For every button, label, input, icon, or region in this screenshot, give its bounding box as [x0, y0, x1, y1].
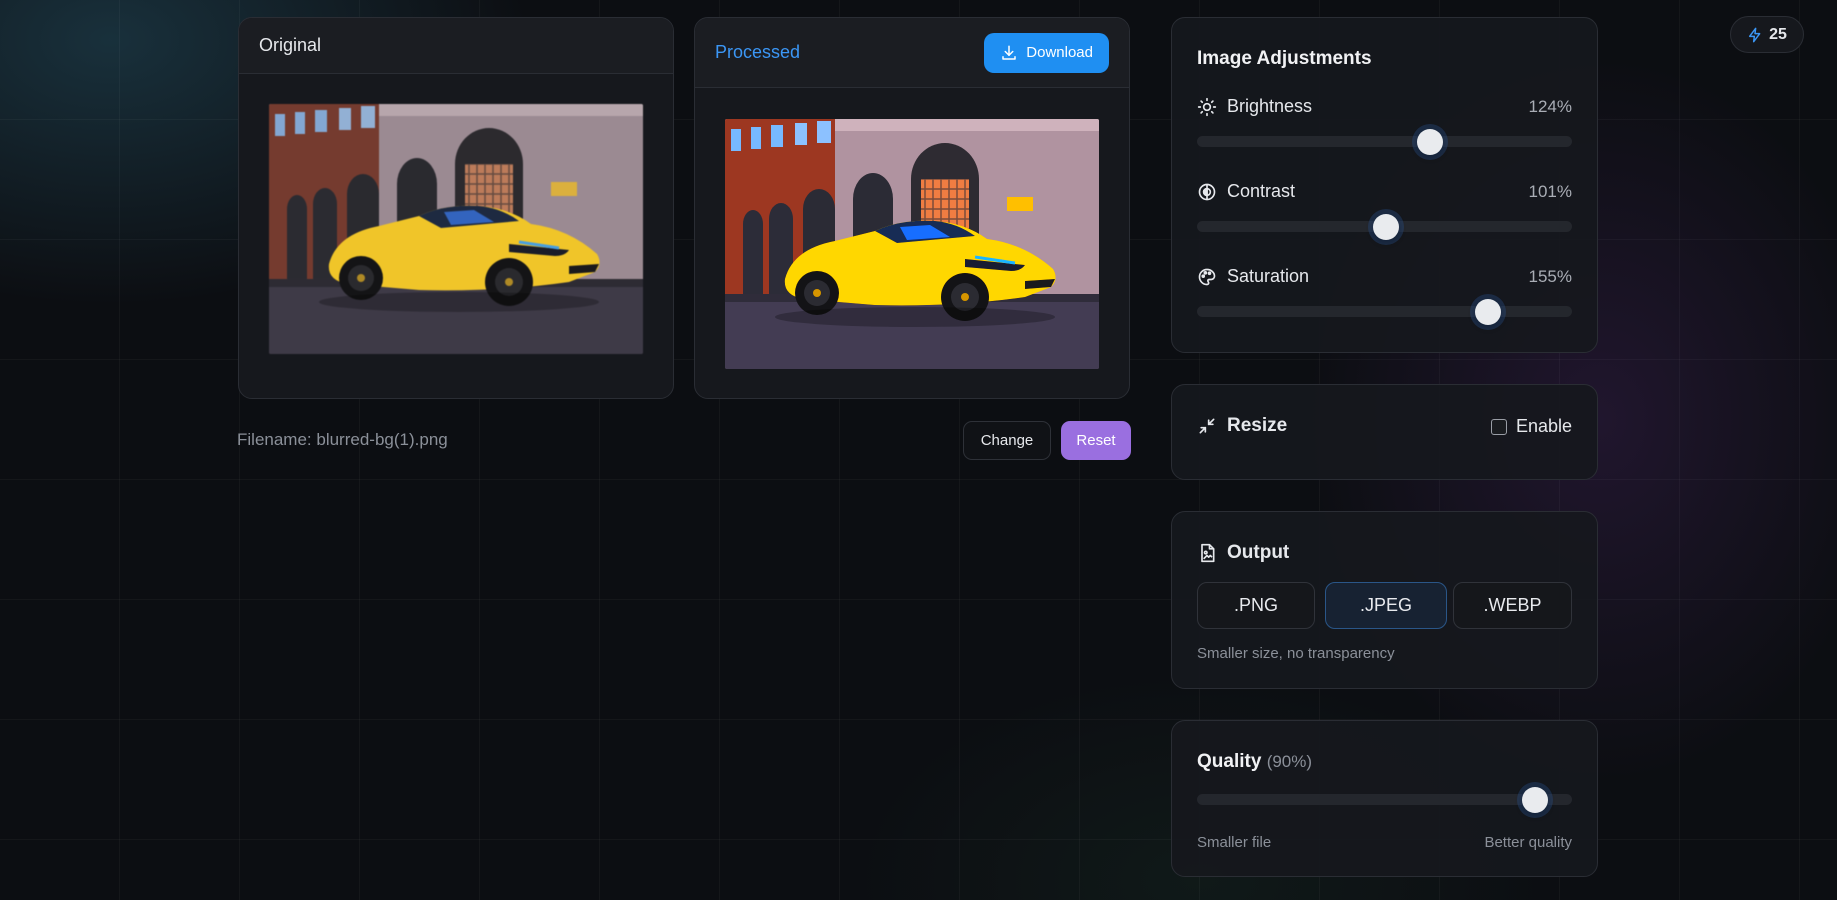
- change-button[interactable]: Change: [963, 421, 1051, 460]
- filename-label: Filename:: [237, 430, 312, 449]
- format-webp-button[interactable]: .WEBP: [1453, 582, 1572, 629]
- contrast-slider[interactable]: [1197, 213, 1572, 240]
- quality-percent: (90%): [1266, 752, 1313, 771]
- output-title: Output: [1227, 542, 1290, 563]
- resize-row: Resize: [1197, 415, 1287, 437]
- lightning-icon: [1749, 27, 1761, 42]
- original-card-header: Original: [239, 18, 673, 74]
- brightness-slider-thumb[interactable]: [1416, 128, 1443, 155]
- contrast-icon: [1198, 183, 1216, 200]
- resize-enable-checkbox[interactable]: [1490, 418, 1507, 435]
- contrast-slider-thumb[interactable]: [1373, 213, 1400, 240]
- brightness-slider[interactable]: [1197, 128, 1572, 155]
- download-label: Download: [1026, 44, 1093, 61]
- brightness-value: 124%: [1528, 97, 1572, 116]
- original-title: Original: [259, 35, 322, 55]
- quality-max-label: Better quality: [1484, 834, 1572, 851]
- resize-title: Resize: [1227, 415, 1288, 436]
- format-png-button[interactable]: .PNG: [1197, 582, 1315, 629]
- download-icon: [1002, 45, 1017, 60]
- saturation-slider-thumb[interactable]: [1474, 298, 1501, 325]
- resize-panel: Resize Enable: [1171, 384, 1598, 480]
- original-image: [269, 104, 643, 354]
- saturation-slider[interactable]: [1197, 298, 1572, 325]
- format-jpeg-button[interactable]: .JPEG: [1325, 582, 1447, 629]
- quality-panel: Quality (90%) Smaller file Better qualit…: [1171, 720, 1598, 877]
- processed-title: Processed: [715, 42, 801, 62]
- image-file-icon: [1201, 543, 1215, 563]
- contrast-label: Contrast: [1227, 181, 1296, 201]
- credits-count: 25: [1769, 25, 1787, 43]
- saturation-label: Saturation: [1227, 266, 1310, 286]
- credits-badge[interactable]: 25: [1730, 16, 1804, 53]
- contrast-row: Contrast: [1197, 181, 1295, 202]
- filename-text: Filename: blurred-bg(1).png: [237, 430, 448, 450]
- palette-icon: [1198, 268, 1216, 285]
- quality-slider-thumb[interactable]: [1521, 786, 1548, 813]
- resize-enable-toggle[interactable]: Enable: [1490, 416, 1572, 437]
- adjustments-title: Image Adjustments: [1197, 48, 1372, 69]
- output-row: Output: [1197, 542, 1289, 564]
- brightness-row: Brightness: [1197, 96, 1312, 117]
- saturation-value: 155%: [1528, 267, 1572, 286]
- quality-slider[interactable]: [1197, 786, 1572, 813]
- brightness-label: Brightness: [1227, 96, 1313, 116]
- processed-card: Processed Download: [694, 17, 1130, 399]
- resize-enable-label: Enable: [1515, 416, 1572, 436]
- output-hint: Smaller size, no transparency: [1197, 645, 1395, 662]
- saturation-row: Saturation: [1197, 266, 1309, 287]
- shrink-arrows-icon: [1199, 418, 1215, 434]
- sun-icon: [1197, 97, 1217, 116]
- adjustments-panel: Image Adjustments Brightness 124% Contra…: [1171, 17, 1598, 353]
- quality-title-row: Quality (90%): [1197, 751, 1312, 773]
- filename-value: blurred-bg(1).png: [316, 430, 448, 449]
- download-button[interactable]: Download: [984, 32, 1109, 73]
- processed-card-header: Processed Download: [695, 18, 1129, 88]
- contrast-value: 101%: [1528, 182, 1572, 201]
- quality-title: Quality: [1197, 751, 1262, 772]
- output-panel: Output .PNG .JPEG .WEBP Smaller size, no…: [1171, 511, 1598, 689]
- original-card: Original: [238, 17, 674, 399]
- reset-button[interactable]: Reset: [1061, 421, 1131, 460]
- processed-image: [725, 119, 1099, 369]
- quality-min-label: Smaller file: [1197, 834, 1272, 851]
